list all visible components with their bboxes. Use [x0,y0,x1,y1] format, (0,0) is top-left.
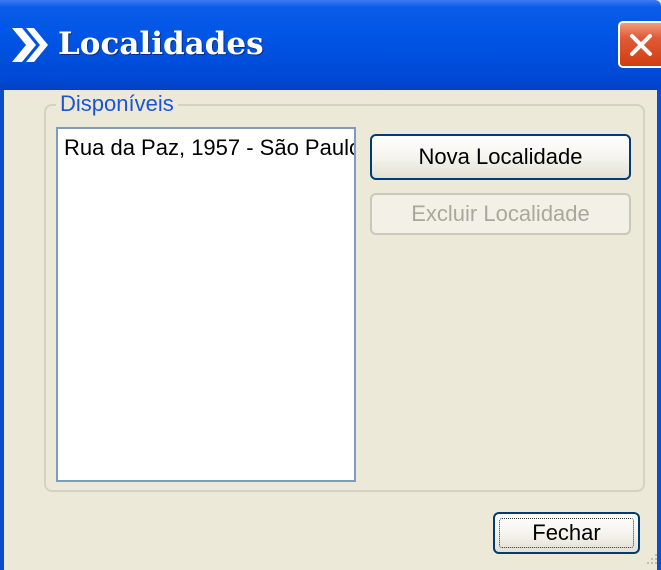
fechar-button[interactable]: Fechar [493,512,640,554]
localidades-listbox[interactable]: Rua da Paz, 1957 - São Paulo [56,127,356,482]
title-bar[interactable]: Localidades [0,0,661,90]
nova-localidade-button[interactable]: Nova Localidade [370,134,631,180]
focus-ring [499,518,634,548]
list-item[interactable]: Rua da Paz, 1957 - São Paulo [58,129,354,161]
close-icon [630,34,652,56]
group-legend: Disponíveis [56,91,178,117]
close-button[interactable] [618,21,661,68]
window-border-left [0,90,4,570]
window-border-right [657,90,661,570]
chevron-right-icon [12,28,48,62]
excluir-localidade-button[interactable]: Excluir Localidade [370,193,631,235]
localidades-dialog: Localidades Disponíveis Rua da Paz, 1957… [0,0,661,570]
resize-grip-icon[interactable] [641,550,659,568]
window-title: Localidades [58,26,264,62]
